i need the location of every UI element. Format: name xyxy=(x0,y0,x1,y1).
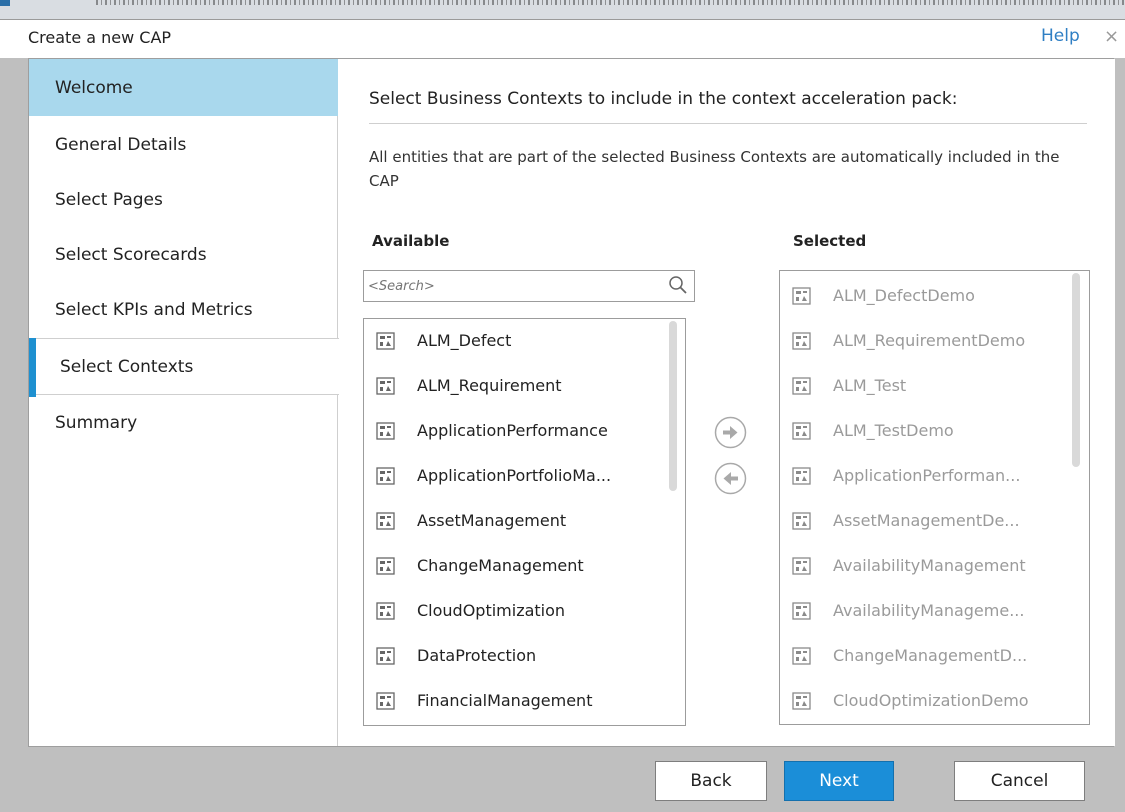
background-window-edge xyxy=(0,0,10,6)
list-item[interactable]: ApplicationPerforman... xyxy=(780,454,1070,499)
list-item-label: AvailabilityManageme... xyxy=(833,601,1025,620)
list-item-label: CloudOptimizationDemo xyxy=(833,691,1029,710)
list-item[interactable]: ALM_RequirementDemo xyxy=(780,319,1070,364)
sidebar-item-label: Select Scorecards xyxy=(55,244,207,265)
context-icon xyxy=(792,557,811,575)
list-item[interactable]: ChangeManagementD... xyxy=(780,634,1070,679)
list-item[interactable]: ALM_TestDemo xyxy=(780,409,1070,454)
cancel-button[interactable]: Cancel xyxy=(954,761,1085,801)
next-button[interactable]: Next xyxy=(784,761,894,801)
sidebar-item-label: Welcome xyxy=(55,77,133,98)
list-item-label: FinancialManagement xyxy=(417,691,593,710)
list-item-label: ApplicationPerforman... xyxy=(833,466,1021,485)
context-icon xyxy=(792,602,811,620)
list-item[interactable]: CloudOptimization xyxy=(364,589,654,634)
close-icon[interactable]: × xyxy=(1104,26,1119,47)
context-icon xyxy=(376,422,395,440)
sidebar-item-select-contexts[interactable]: Select Contexts xyxy=(29,338,340,397)
sidebar-item-label: Select Pages xyxy=(55,189,163,210)
selected-label: Selected xyxy=(793,232,867,250)
list-item[interactable]: ALM_Test xyxy=(780,364,1070,409)
sidebar-item-general-details[interactable]: General Details xyxy=(29,116,338,173)
context-icon xyxy=(376,602,395,620)
list-item[interactable]: AssetManagementDe... xyxy=(780,499,1070,544)
page-description: All entities that are part of the select… xyxy=(369,148,1060,190)
help-link[interactable]: Help xyxy=(1041,26,1080,46)
context-icon xyxy=(376,692,395,710)
context-icon xyxy=(376,377,395,395)
list-item-label: AssetManagement xyxy=(417,511,567,530)
dialog-title: Create a new CAP xyxy=(28,28,172,47)
sidebar-item-select-scorecards[interactable]: Select Scorecards xyxy=(29,226,338,283)
sidebar-item-label: Select KPIs and Metrics xyxy=(55,299,253,320)
sidebar-item-label: Summary xyxy=(55,412,138,433)
create-cap-dialog: Create a new CAP Help × Welcome General … xyxy=(0,19,1125,812)
list-item[interactable]: ApplicationPortfolioMa... xyxy=(364,454,654,499)
list-item-label: ApplicationPortfolioMa... xyxy=(417,466,612,485)
list-item[interactable]: CloudOptimizationDemo xyxy=(780,679,1070,724)
search-icon[interactable] xyxy=(667,274,689,296)
available-list-scrollbar[interactable] xyxy=(669,321,677,491)
list-item-label: DataProtection xyxy=(417,646,537,665)
context-icon xyxy=(376,557,395,575)
add-arrow-icon[interactable] xyxy=(714,416,747,449)
list-item[interactable]: AvailabilityManageme... xyxy=(780,589,1070,634)
sidebar-item-summary[interactable]: Summary xyxy=(29,394,338,451)
list-item-label: ApplicationPerformance xyxy=(417,421,608,440)
dialog-titlebar: Create a new CAP Help × xyxy=(0,20,1125,58)
sidebar-item-label: General Details xyxy=(55,134,187,155)
list-item[interactable]: DataProtection xyxy=(364,634,654,679)
remove-arrow-icon[interactable] xyxy=(714,462,747,495)
available-list[interactable]: ALM_Defect ALM_Requirement ApplicationPe… xyxy=(363,318,686,726)
search-input[interactable] xyxy=(368,276,658,296)
context-icon xyxy=(792,512,811,530)
context-icon xyxy=(376,332,395,350)
list-item[interactable]: ApplicationPerformance xyxy=(364,409,654,454)
list-item-label: ALM_DefectDemo xyxy=(833,286,975,305)
list-item[interactable]: ALM_Defect xyxy=(364,319,654,364)
wizard-content: Select Business Contexts to include in t… xyxy=(339,59,1115,746)
sidebar-item-welcome[interactable]: Welcome xyxy=(29,59,338,116)
list-item-label: ChangeManagement xyxy=(417,556,584,575)
list-item-label: ChangeManagementD... xyxy=(833,646,1028,665)
wizard-sidebar: Welcome General Details Select Pages Sel… xyxy=(29,59,340,746)
list-item-label: ALM_TestDemo xyxy=(833,421,954,440)
available-label: Available xyxy=(372,232,450,250)
context-icon xyxy=(792,467,811,485)
list-item-label: AssetManagementDe... xyxy=(833,511,1020,530)
context-icon xyxy=(376,512,395,530)
page-heading: Select Business Contexts to include in t… xyxy=(369,89,958,109)
list-item[interactable]: AvailabilityManagement xyxy=(780,544,1070,589)
list-item-label: ALM_Requirement xyxy=(417,376,562,395)
context-icon xyxy=(376,467,395,485)
list-item[interactable]: ALM_DefectDemo xyxy=(780,274,1070,319)
list-item-label: ALM_Test xyxy=(833,376,907,395)
context-icon xyxy=(792,332,811,350)
sidebar-item-label: Select Contexts xyxy=(60,356,194,377)
selected-list-scrollbar[interactable] xyxy=(1072,273,1080,467)
available-search-box xyxy=(363,270,695,302)
heading-divider xyxy=(369,123,1087,124)
context-icon xyxy=(792,422,811,440)
back-button[interactable]: Back xyxy=(655,761,767,801)
sidebar-item-select-pages[interactable]: Select Pages xyxy=(29,171,338,228)
list-item-label: AvailabilityManagement xyxy=(833,556,1026,575)
context-icon xyxy=(792,377,811,395)
background-text-blur xyxy=(96,0,1125,5)
context-icon xyxy=(792,692,811,710)
context-icon xyxy=(792,647,811,665)
selected-list[interactable]: ALM_DefectDemo ALM_RequirementDemo ALM_T… xyxy=(779,270,1090,725)
list-item-label: ALM_Defect xyxy=(417,331,512,350)
list-item-label: CloudOptimization xyxy=(417,601,566,620)
list-item-label: ALM_RequirementDemo xyxy=(833,331,1026,350)
sidebar-item-select-kpis-and-metrics[interactable]: Select KPIs and Metrics xyxy=(29,281,338,338)
list-item[interactable]: ALM_Requirement xyxy=(364,364,654,409)
list-item[interactable]: ChangeManagement xyxy=(364,544,654,589)
list-item[interactable]: AssetManagement xyxy=(364,499,654,544)
context-icon xyxy=(376,647,395,665)
list-item[interactable]: FinancialManagement xyxy=(364,679,654,724)
context-icon xyxy=(792,287,811,305)
dialog-body: Welcome General Details Select Pages Sel… xyxy=(28,58,1115,747)
